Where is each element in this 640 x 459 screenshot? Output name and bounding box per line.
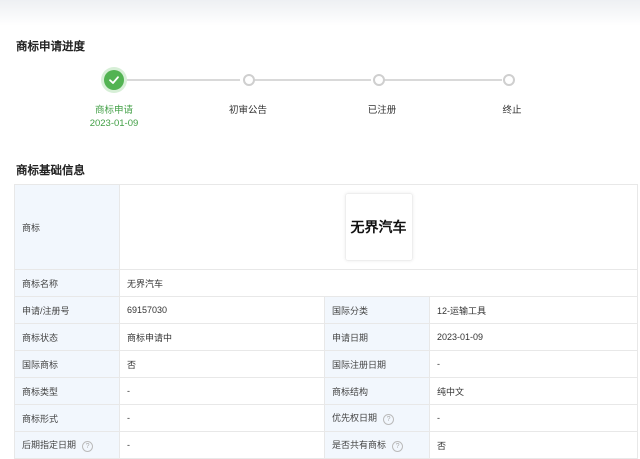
table-row: 商标类型 - 商标结构 纯中文 — [14, 377, 639, 405]
basic-info-section-title: 商标基础信息 — [16, 165, 85, 177]
step-done-check-icon — [104, 70, 124, 90]
step-label-terminated: 终止 — [502, 105, 522, 116]
table-value: 商标申请中 — [119, 323, 325, 351]
table-value: 2023-01-09 — [428, 323, 639, 351]
table-row: 后期指定日期? - 是否共有商标? 否 — [14, 431, 639, 459]
top-fade — [0, 0, 640, 26]
basic-info-table: 商标 无界汽车 商标名称 无界汽车 申请/注册号 69157030 国际分类 1… — [14, 184, 639, 459]
table-key-label: 是否共有商标 — [332, 440, 387, 451]
priority-date-key: 优先权日期? — [324, 404, 430, 432]
progress-track-2 — [253, 79, 371, 81]
step-dot-4-icon — [503, 74, 515, 86]
table-value: - — [119, 431, 325, 459]
trademark-name-key: 商标名称 — [14, 269, 120, 297]
table-key: 申请/注册号 — [14, 296, 120, 324]
table-key: 商标结构 — [324, 377, 430, 405]
progress-track-1 — [124, 79, 240, 81]
step-date-application: 2023-01-09 — [89, 118, 139, 129]
shared-trademark-key: 是否共有商标? — [324, 431, 430, 459]
table-row: 商标形式 - 优先权日期? - — [14, 404, 639, 432]
table-key: 商标类型 — [14, 377, 120, 405]
help-icon[interactable]: ? — [82, 440, 94, 452]
table-value: - — [428, 350, 639, 378]
table-value: 否 — [428, 431, 639, 459]
table-value: 12-运输工具 — [428, 296, 639, 324]
table-row: 商标状态 商标申请中 申请日期 2023-01-09 — [14, 323, 639, 351]
later-designation-key: 后期指定日期? — [14, 431, 120, 459]
help-icon[interactable]: ? — [392, 440, 404, 452]
table-row: 国际商标 否 国际注册日期 - — [14, 350, 639, 378]
progress-section-title: 商标申请进度 — [16, 41, 85, 53]
table-value: - — [428, 404, 639, 432]
table-value: 纯中文 — [428, 377, 639, 405]
table-key-label: 优先权日期 — [332, 413, 378, 424]
table-key: 国际注册日期 — [324, 350, 430, 378]
step-label-registered: 已注册 — [367, 105, 397, 116]
table-row: 商标 无界汽车 — [14, 184, 639, 270]
table-value: 否 — [119, 350, 325, 378]
step-label-application: 商标申请 — [94, 105, 133, 116]
table-row: 申请/注册号 69157030 国际分类 12-运输工具 — [14, 296, 639, 324]
trademark-image: 无界汽车 — [344, 193, 413, 261]
table-key: 商标状态 — [14, 323, 120, 351]
table-value: 69157030 — [119, 296, 325, 324]
table-key: 国际分类 — [324, 296, 430, 324]
trademark-name-value: 无界汽车 — [118, 269, 639, 297]
table-row: 商标名称 无界汽车 — [14, 269, 639, 297]
trademark-image-cell: 无界汽车 — [118, 184, 639, 270]
help-icon[interactable]: ? — [383, 413, 395, 425]
table-key: 国际商标 — [14, 350, 120, 378]
trademark-key: 商标 — [14, 184, 120, 270]
table-key-label: 后期指定日期 — [22, 440, 77, 451]
table-value: - — [119, 377, 325, 405]
table-key: 商标形式 — [14, 404, 120, 432]
step-dot-2-icon — [243, 74, 255, 86]
table-key: 申请日期 — [324, 323, 430, 351]
table-value: - — [119, 404, 325, 432]
step-dot-3-icon — [373, 74, 385, 86]
step-label-preliminary: 初审公告 — [228, 105, 267, 116]
progress-track-3 — [384, 79, 502, 81]
